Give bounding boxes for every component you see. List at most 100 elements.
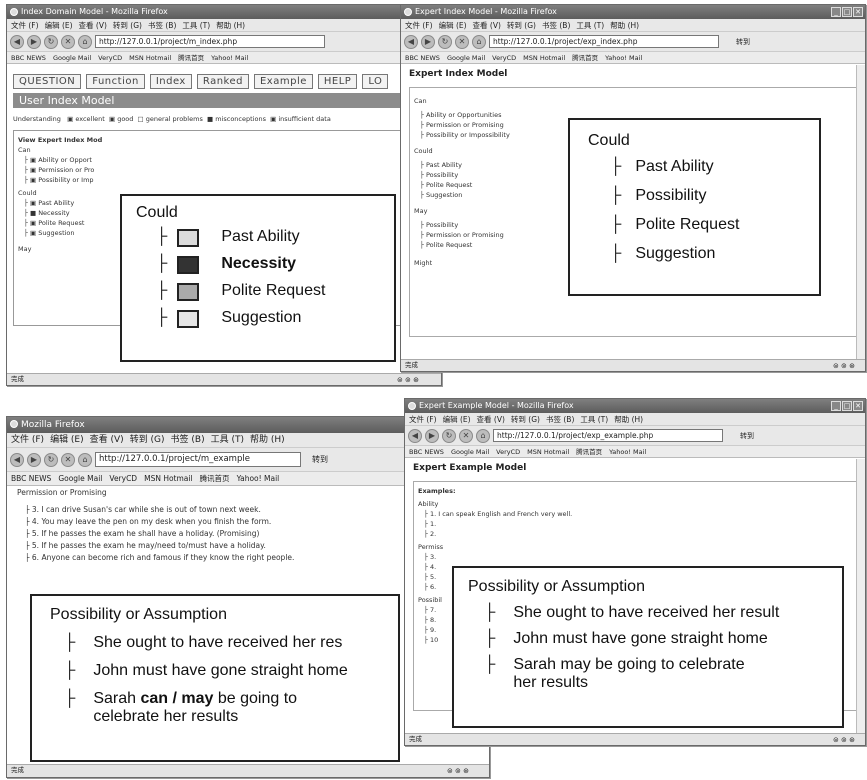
bookmark-hotmail[interactable]: MSN Hotmail xyxy=(527,448,569,456)
bookmark-yahoo[interactable]: Yahoo! Mail xyxy=(237,474,280,483)
tab-question[interactable]: QUESTION xyxy=(13,74,82,89)
menu-help[interactable]: 帮助 (H) xyxy=(250,435,285,445)
list-item[interactable]: ├ ▣ Possibility or Imp xyxy=(24,175,430,185)
scrollbar[interactable] xyxy=(856,459,865,733)
bookmark-verycd[interactable]: VeryCD xyxy=(496,448,520,456)
minimize-icon[interactable]: _ xyxy=(831,401,841,411)
menu-bookmarks[interactable]: 书签 (B) xyxy=(546,415,574,424)
go-button[interactable]: 转到 xyxy=(312,454,328,465)
bookmark-verycd[interactable]: VeryCD xyxy=(98,54,122,62)
reload-icon[interactable]: ↻ xyxy=(44,452,58,467)
window-titlebar[interactable]: Expert Example Model - Mozilla Firefox _… xyxy=(405,399,865,413)
bookmark-bbc[interactable]: BBC NEWS xyxy=(11,474,51,483)
bookmark-bbc[interactable]: BBC NEWS xyxy=(409,448,444,456)
stop-icon[interactable]: ✕ xyxy=(455,34,469,49)
address-bar[interactable]: http://127.0.0.1/project/exp_example.php xyxy=(493,429,723,442)
tab-function[interactable]: Function xyxy=(86,74,145,89)
tab-help[interactable]: HELP xyxy=(317,74,358,89)
menu-tools[interactable]: 工具 (T) xyxy=(580,415,608,424)
home-icon[interactable]: ⌂ xyxy=(78,452,92,467)
maximize-icon[interactable]: □ xyxy=(842,401,852,411)
reload-icon[interactable]: ↻ xyxy=(44,34,58,49)
menu-file[interactable]: 文件 (F) xyxy=(405,21,433,30)
bookmark-yahoo[interactable]: Yahoo! Mail xyxy=(605,54,642,62)
menu-go[interactable]: 转到 (G) xyxy=(511,415,540,424)
menu-tools[interactable]: 工具 (T) xyxy=(576,21,604,30)
tab-example[interactable]: Example xyxy=(253,74,313,89)
bookmark-verycd[interactable]: VeryCD xyxy=(109,474,137,483)
list-item[interactable]: ├ ▣ Ability or Opport xyxy=(24,155,430,165)
address-bar[interactable]: http://127.0.0.1/project/exp_index.php xyxy=(489,35,719,48)
bookmark-gmail[interactable]: Google Mail xyxy=(58,474,102,483)
back-icon[interactable]: ◀ xyxy=(10,452,24,467)
stop-icon[interactable]: ✕ xyxy=(61,452,75,467)
menu-bookmarks[interactable]: 书签 (B) xyxy=(171,435,205,445)
stop-icon[interactable]: ✕ xyxy=(459,428,473,443)
bookmark-bbc[interactable]: BBC NEWS xyxy=(405,54,440,62)
menu-help[interactable]: 帮助 (H) xyxy=(610,21,639,30)
bookmark-yahoo[interactable]: Yahoo! Mail xyxy=(609,448,646,456)
tab-index[interactable]: Index xyxy=(149,74,192,89)
menu-tools[interactable]: 工具 (T) xyxy=(182,21,210,30)
list-item[interactable]: ├ 2. xyxy=(424,529,852,539)
menu-view[interactable]: 查看 (V) xyxy=(473,21,501,30)
menu-view[interactable]: 查看 (V) xyxy=(90,435,124,445)
home-icon[interactable]: ⌂ xyxy=(476,428,490,443)
reload-icon[interactable]: ↻ xyxy=(442,428,456,443)
home-icon[interactable]: ⌂ xyxy=(472,34,486,49)
tab-lo[interactable]: LO xyxy=(362,74,389,89)
bookmark-qq[interactable]: 腾讯首页 xyxy=(576,448,602,456)
list-item[interactable]: ├ ▣ Permission or Pro xyxy=(24,165,430,175)
menu-go[interactable]: 转到 (G) xyxy=(113,21,142,30)
back-icon[interactable]: ◀ xyxy=(10,34,24,49)
list-item[interactable]: ├ 1. xyxy=(424,519,852,529)
bookmark-gmail[interactable]: Google Mail xyxy=(53,54,91,62)
stop-icon[interactable]: ✕ xyxy=(61,34,75,49)
home-icon[interactable]: ⌂ xyxy=(78,34,92,49)
bookmark-hotmail[interactable]: MSN Hotmail xyxy=(523,54,565,62)
bookmark-qq[interactable]: 腾讯首页 xyxy=(572,54,598,62)
address-bar[interactable]: http://127.0.0.1/project/m_index.php xyxy=(95,35,325,48)
bookmark-hotmail[interactable]: MSN Hotmail xyxy=(144,474,192,483)
menu-edit[interactable]: 编辑 (E) xyxy=(439,21,467,30)
list-item[interactable]: ├ 1. I can speak English and French very… xyxy=(424,509,852,519)
close-icon[interactable]: ✕ xyxy=(853,401,863,411)
forward-icon[interactable]: ▶ xyxy=(425,428,439,443)
bookmark-qq[interactable]: 腾讯首页 xyxy=(178,54,204,62)
tab-ranked[interactable]: Ranked xyxy=(196,74,249,89)
window-titlebar[interactable]: Expert Index Model - Mozilla Firefox _ □ ✕ xyxy=(401,5,865,19)
list-item[interactable]: ├ 3. xyxy=(424,552,852,562)
forward-icon[interactable]: ▶ xyxy=(421,34,435,49)
back-icon[interactable]: ◀ xyxy=(404,34,418,49)
menu-edit[interactable]: 编辑 (E) xyxy=(443,415,471,424)
menu-bookmarks[interactable]: 书签 (B) xyxy=(148,21,176,30)
go-button[interactable]: 转到 xyxy=(736,37,750,47)
scrollbar[interactable] xyxy=(856,65,865,359)
bookmark-gmail[interactable]: Google Mail xyxy=(447,54,485,62)
bookmark-hotmail[interactable]: MSN Hotmail xyxy=(129,54,171,62)
menu-file[interactable]: 文件 (F) xyxy=(11,21,39,30)
minimize-icon[interactable]: _ xyxy=(831,7,841,17)
menu-file[interactable]: 文件 (F) xyxy=(409,415,437,424)
menu-go[interactable]: 转到 (G) xyxy=(130,435,165,445)
menu-view[interactable]: 查看 (V) xyxy=(477,415,505,424)
close-icon[interactable]: ✕ xyxy=(853,7,863,17)
bookmark-qq[interactable]: 腾讯首页 xyxy=(200,474,230,483)
menu-bookmarks[interactable]: 书签 (B) xyxy=(542,21,570,30)
reload-icon[interactable]: ↻ xyxy=(438,34,452,49)
menu-help[interactable]: 帮助 (H) xyxy=(216,21,245,30)
bookmark-yahoo[interactable]: Yahoo! Mail xyxy=(211,54,248,62)
menu-view[interactable]: 查看 (V) xyxy=(79,21,107,30)
menu-tools[interactable]: 工具 (T) xyxy=(211,435,244,445)
window-titlebar[interactable]: Index Domain Model - Mozilla Firefox xyxy=(7,5,441,19)
bookmark-bbc[interactable]: BBC NEWS xyxy=(11,54,46,62)
bookmark-gmail[interactable]: Google Mail xyxy=(451,448,489,456)
menu-go[interactable]: 转到 (G) xyxy=(507,21,536,30)
forward-icon[interactable]: ▶ xyxy=(27,34,41,49)
back-icon[interactable]: ◀ xyxy=(408,428,422,443)
forward-icon[interactable]: ▶ xyxy=(27,452,41,467)
address-bar[interactable]: http://127.0.0.1/project/m_example xyxy=(95,452,301,467)
menu-help[interactable]: 帮助 (H) xyxy=(614,415,643,424)
go-button[interactable]: 转到 xyxy=(740,431,754,441)
bookmark-verycd[interactable]: VeryCD xyxy=(492,54,516,62)
